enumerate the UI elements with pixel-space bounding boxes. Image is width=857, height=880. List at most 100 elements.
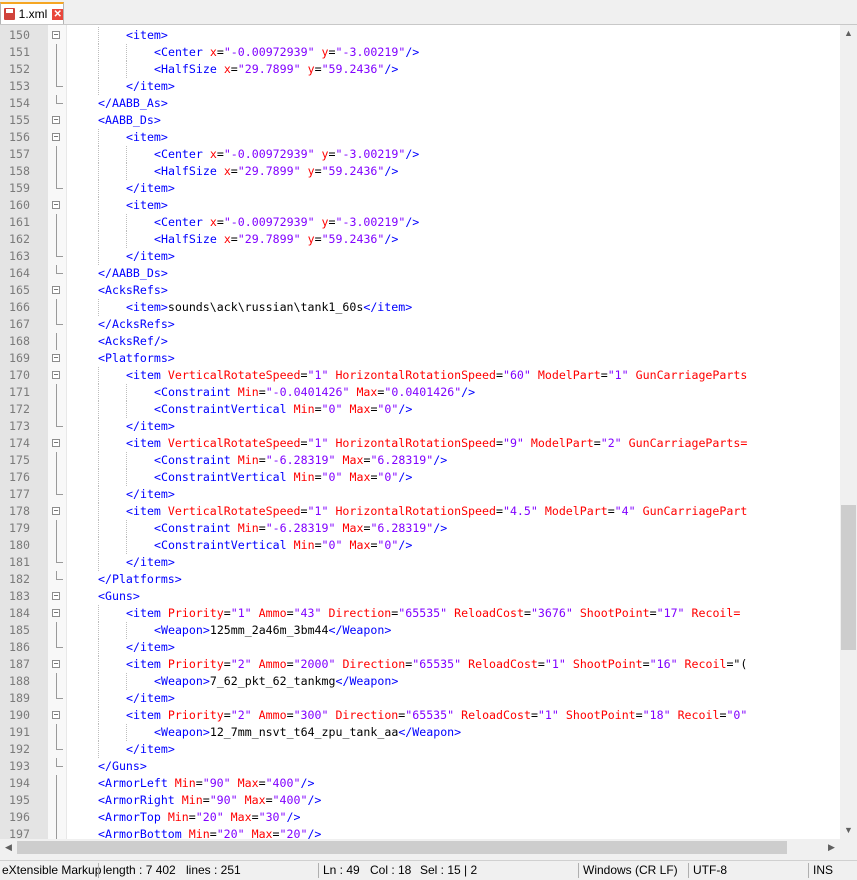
xml-tag: <HalfSize	[154, 164, 224, 178]
fold-end-marker	[56, 248, 63, 257]
horizontal-scroll-thumb[interactable]	[17, 841, 787, 854]
xml-value: "0.0401426"	[384, 385, 462, 399]
code-text: <item>	[126, 129, 168, 146]
xml-value: "400"	[272, 793, 308, 807]
line-number: 162	[9, 232, 30, 246]
fold-toggle-icon[interactable]: −	[52, 592, 60, 600]
xml-text: 125mm_2a46m_3bm44	[209, 623, 329, 637]
xml-text: =	[300, 368, 308, 382]
xml-tag: />	[433, 453, 448, 467]
vertical-scroll-thumb[interactable]	[841, 505, 856, 650]
status-divider	[578, 863, 579, 878]
code-line: 153 </item>	[0, 78, 840, 95]
fold-line-marker	[56, 61, 57, 78]
xml-tag: />	[384, 164, 399, 178]
arrow-down-icon[interactable]: ▼	[840, 822, 857, 839]
fold-toggle-icon[interactable]: −	[52, 133, 60, 141]
xml-tag: </Weapon>	[398, 725, 462, 739]
code-line: 154 </AABB_As>	[0, 95, 840, 112]
code-line: 156 − <item>	[0, 129, 840, 146]
status-column: Col : 18	[370, 863, 412, 877]
xml-text	[685, 606, 692, 620]
code-text: <Constraint Min="-6.28319" Max="6.28319"…	[154, 520, 447, 537]
xml-tag: </item>	[126, 742, 175, 756]
arrow-up-icon[interactable]: ▲	[840, 25, 857, 42]
fold-toggle-icon[interactable]: −	[52, 286, 60, 294]
fold-line-marker	[56, 452, 57, 469]
xml-attribute: x	[223, 232, 231, 246]
fold-toggle-icon[interactable]: −	[52, 439, 60, 447]
xml-attribute: Max	[356, 385, 378, 399]
xml-value: "43"	[293, 606, 322, 620]
code-text: </item>	[126, 690, 175, 707]
code-text: <ArmorBottom Min="20" Max="20"/>	[98, 826, 321, 839]
fold-end-marker	[56, 690, 63, 699]
close-icon[interactable]: ✕	[52, 8, 63, 20]
xml-text	[231, 776, 238, 790]
fold-toggle-icon[interactable]: −	[52, 371, 60, 379]
xml-attribute: Max	[342, 521, 364, 535]
xml-tag: <ArmorLeft	[98, 776, 175, 790]
xml-tag: <item>	[126, 130, 168, 144]
xml-tag: </item>	[126, 419, 175, 433]
xml-text: =	[314, 232, 322, 246]
indent-guide	[98, 231, 99, 248]
xml-tag: <item	[126, 368, 168, 382]
xml-text	[245, 827, 252, 839]
line-number: 174	[9, 436, 30, 450]
code-line: 158 <HalfSize x="29.7899" y="59.2436"/>	[0, 163, 840, 180]
vertical-scrollbar[interactable]: ▲ ▼	[840, 25, 857, 839]
xml-attribute: Max	[244, 793, 266, 807]
xml-text: =	[286, 606, 294, 620]
fold-line-marker	[56, 44, 57, 61]
code-editor[interactable]: 150− <item> 151 <Center x="-0.00972939" y="…	[0, 25, 840, 839]
arrow-right-icon[interactable]: ▶	[823, 839, 840, 856]
fold-toggle-icon[interactable]: −	[52, 116, 60, 124]
fold-end-marker	[56, 316, 63, 325]
xml-text	[315, 147, 322, 161]
file-tab[interactable]: 1.xml ✕	[0, 2, 64, 24]
fold-toggle-icon[interactable]: −	[52, 711, 60, 719]
xml-text: =	[265, 793, 273, 807]
xml-attribute: Min	[188, 827, 210, 839]
line-number: 169	[9, 351, 30, 365]
xml-text: =	[328, 147, 336, 161]
status-divider	[808, 863, 809, 878]
indent-guide	[98, 401, 99, 418]
xml-tag: </item>	[126, 181, 175, 195]
fold-toggle-icon[interactable]: −	[52, 201, 60, 209]
xml-text: =	[223, 657, 231, 671]
fold-toggle-icon[interactable]: −	[52, 354, 60, 362]
xml-text: =	[635, 708, 643, 722]
xml-tag: <item>	[126, 28, 168, 42]
xml-tag: <ArmorBottom	[98, 827, 189, 839]
xml-text: =	[258, 776, 266, 790]
fold-end-marker	[56, 639, 63, 648]
code-line: 176 <ConstraintVertical Min="0" Max="0"/>	[0, 469, 840, 486]
fold-toggle-icon[interactable]: −	[52, 31, 60, 39]
xml-text: =	[495, 368, 503, 382]
indent-guide	[98, 367, 99, 384]
fold-toggle-icon[interactable]: −	[52, 660, 60, 668]
xml-tag: <item>	[126, 198, 168, 212]
code-text: <item>sounds\ack\russian\tank1_60s</item…	[126, 299, 412, 316]
xml-text	[559, 708, 566, 722]
xml-attribute: Min	[181, 793, 203, 807]
xml-value: "20"	[195, 810, 224, 824]
code-text: </item>	[126, 486, 175, 503]
xml-attribute: Ammo	[258, 606, 287, 620]
xml-tag: </item>	[126, 555, 175, 569]
xml-value: "2"	[230, 657, 252, 671]
xml-text	[252, 708, 259, 722]
xml-text: =	[286, 708, 294, 722]
line-number: 159	[9, 181, 30, 195]
code-text: </AABB_Ds>	[98, 265, 168, 282]
fold-toggle-icon[interactable]: −	[52, 507, 60, 515]
indent-guide	[98, 197, 99, 214]
code-text: <Constraint Min="-6.28319" Max="6.28319"…	[154, 452, 447, 469]
arrow-left-icon[interactable]: ◀	[0, 839, 17, 856]
horizontal-scrollbar[interactable]: ◀ ▶	[0, 839, 840, 856]
xml-tag: <ConstraintVertical	[154, 538, 294, 552]
fold-toggle-icon[interactable]: −	[52, 609, 60, 617]
xml-text: =	[188, 810, 196, 824]
